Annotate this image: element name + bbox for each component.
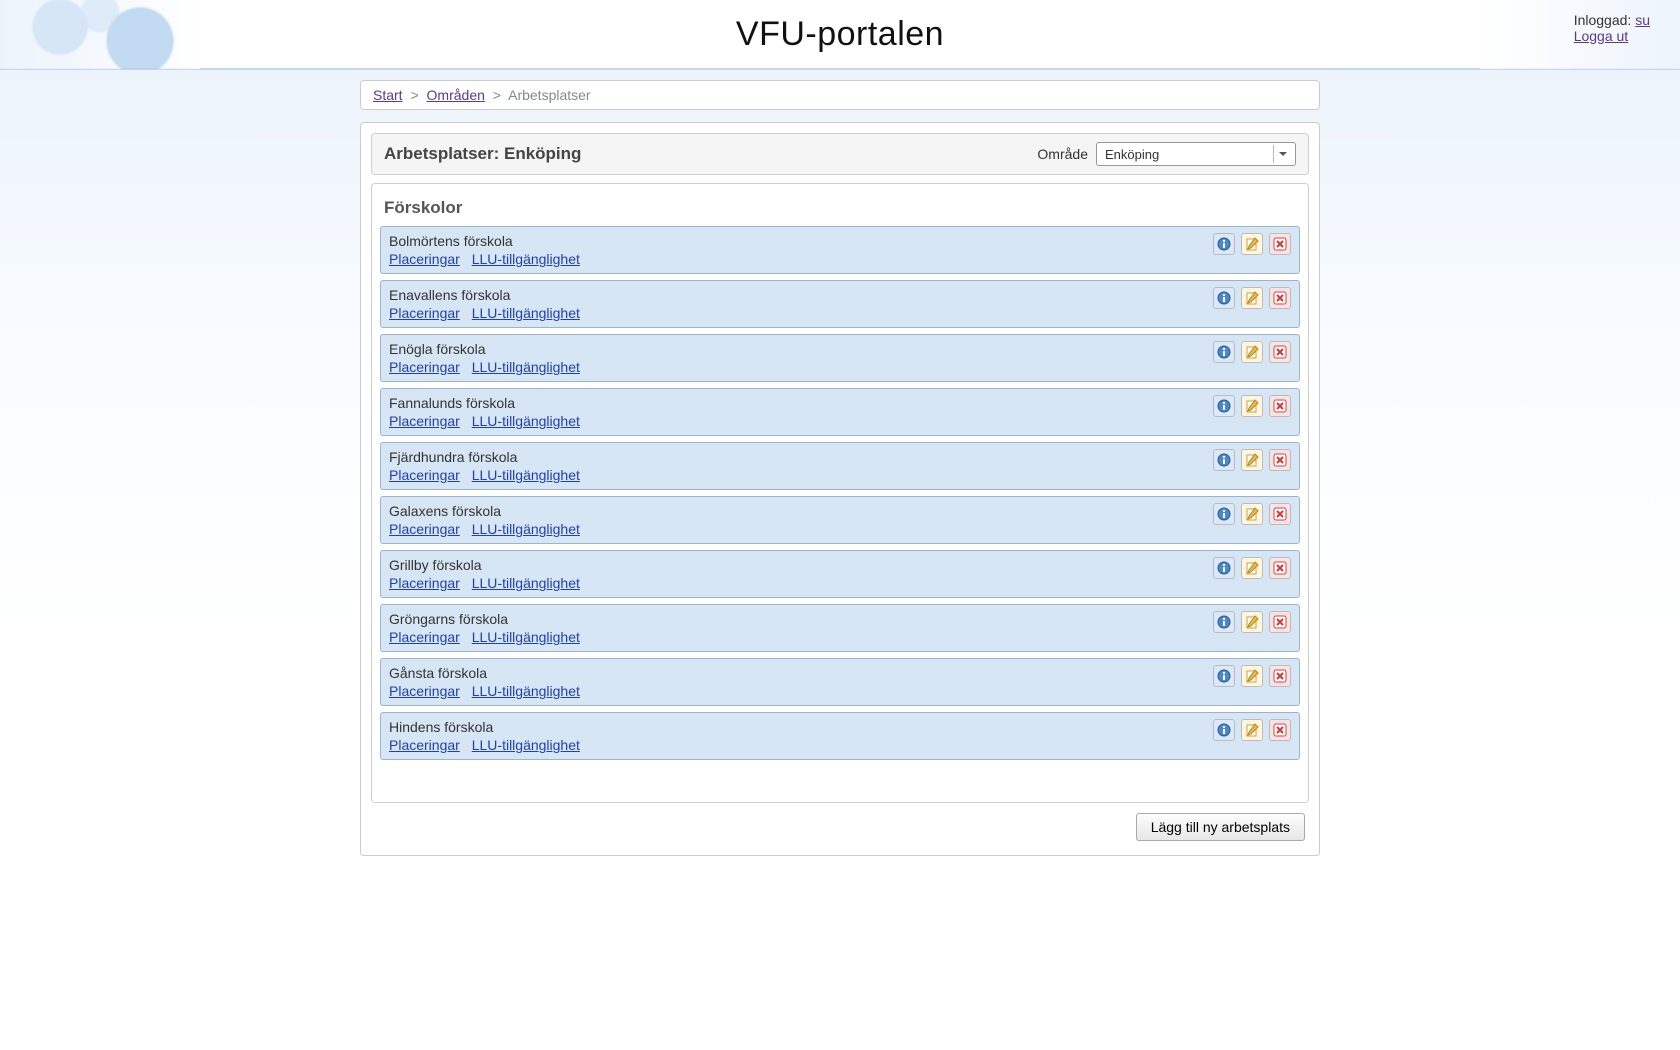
- app-title: VFU-portalen: [200, 15, 1480, 54]
- chevron-down-icon: [1273, 145, 1291, 163]
- delete-icon[interactable]: [1269, 395, 1291, 417]
- breadcrumb: Start > Områden > Arbetsplatser: [360, 80, 1320, 110]
- breadcrumb-current: Arbetsplatser: [508, 87, 590, 103]
- llu-link[interactable]: LLU-tillgänglighet: [472, 521, 580, 537]
- info-icon[interactable]: [1213, 341, 1235, 363]
- placeringar-link[interactable]: Placeringar: [389, 251, 460, 267]
- workplace-name: Fannalunds förskola: [389, 395, 1291, 411]
- llu-link[interactable]: LLU-tillgänglighet: [472, 413, 580, 429]
- edit-icon[interactable]: [1241, 557, 1263, 579]
- section-header: Arbetsplatser: Enköping Område Enköping: [371, 133, 1309, 175]
- info-icon[interactable]: [1213, 665, 1235, 687]
- edit-icon[interactable]: [1241, 503, 1263, 525]
- info-icon[interactable]: [1213, 233, 1235, 255]
- workplace-name: Galaxens förskola: [389, 503, 1291, 519]
- logout-link[interactable]: Logga ut: [1574, 28, 1629, 44]
- breadcrumb-sep: >: [406, 87, 422, 103]
- add-workplace-button[interactable]: Lägg till ny arbetsplats: [1136, 813, 1305, 841]
- llu-link[interactable]: LLU-tillgänglighet: [472, 467, 580, 483]
- placeringar-link[interactable]: Placeringar: [389, 683, 460, 699]
- llu-link[interactable]: LLU-tillgänglighet: [472, 683, 580, 699]
- delete-icon[interactable]: [1269, 611, 1291, 633]
- workplace-list[interactable]: Förskolor Bolmörtens förskola Placeringa…: [371, 183, 1309, 803]
- llu-link[interactable]: LLU-tillgänglighet: [472, 737, 580, 753]
- area-select[interactable]: Enköping: [1096, 142, 1296, 166]
- placeringar-link[interactable]: Placeringar: [389, 629, 460, 645]
- info-icon[interactable]: [1213, 557, 1235, 579]
- category-title: Förskolor: [384, 198, 1300, 218]
- workplace-name: Gånsta förskola: [389, 665, 1291, 681]
- workplace-item: Enavallens förskola Placeringar LLU-till…: [380, 280, 1300, 328]
- placeringar-link[interactable]: Placeringar: [389, 359, 460, 375]
- placeringar-link[interactable]: Placeringar: [389, 521, 460, 537]
- edit-icon[interactable]: [1241, 395, 1263, 417]
- info-icon[interactable]: [1213, 611, 1235, 633]
- workplace-name: Grillby förskola: [389, 557, 1291, 573]
- placeringar-link[interactable]: Placeringar: [389, 467, 460, 483]
- edit-icon[interactable]: [1241, 233, 1263, 255]
- llu-link[interactable]: LLU-tillgänglighet: [472, 575, 580, 591]
- info-icon[interactable]: [1213, 287, 1235, 309]
- logged-in-label: Inloggad:: [1574, 12, 1632, 28]
- llu-link[interactable]: LLU-tillgänglighet: [472, 251, 580, 267]
- user-info: Inloggad: su Logga ut: [1574, 12, 1650, 44]
- info-icon[interactable]: [1213, 719, 1235, 741]
- workplace-item: Galaxens förskola Placeringar LLU-tillgä…: [380, 496, 1300, 544]
- edit-icon[interactable]: [1241, 341, 1263, 363]
- main-panel: Arbetsplatser: Enköping Område Enköping …: [360, 122, 1320, 856]
- delete-icon[interactable]: [1269, 557, 1291, 579]
- placeringar-link[interactable]: Placeringar: [389, 575, 460, 591]
- delete-icon[interactable]: [1269, 341, 1291, 363]
- breadcrumb-start[interactable]: Start: [373, 87, 403, 103]
- header-decoration-left: [0, 0, 200, 69]
- info-icon[interactable]: [1213, 395, 1235, 417]
- workplace-name: Enavallens förskola: [389, 287, 1291, 303]
- workplace-item: Enögla förskola Placeringar LLU-tillgäng…: [380, 334, 1300, 382]
- llu-link[interactable]: LLU-tillgänglighet: [472, 359, 580, 375]
- edit-icon[interactable]: [1241, 449, 1263, 471]
- edit-icon[interactable]: [1241, 287, 1263, 309]
- llu-link[interactable]: LLU-tillgänglighet: [472, 629, 580, 645]
- edit-icon[interactable]: [1241, 719, 1263, 741]
- edit-icon[interactable]: [1241, 611, 1263, 633]
- workplace-name: Gröngarns förskola: [389, 611, 1291, 627]
- delete-icon[interactable]: [1269, 719, 1291, 741]
- workplace-name: Enögla förskola: [389, 341, 1291, 357]
- area-label: Område: [1037, 146, 1088, 162]
- delete-icon[interactable]: [1269, 449, 1291, 471]
- workplace-item: Gånsta förskola Placeringar LLU-tillgäng…: [380, 658, 1300, 706]
- area-selected-value: Enköping: [1105, 147, 1159, 162]
- workplace-name: Hindens förskola: [389, 719, 1291, 735]
- info-icon[interactable]: [1213, 449, 1235, 471]
- workplace-item: Hindens förskola Placeringar LLU-tillgän…: [380, 712, 1300, 760]
- user-link[interactable]: su: [1635, 12, 1650, 28]
- delete-icon[interactable]: [1269, 233, 1291, 255]
- info-icon[interactable]: [1213, 503, 1235, 525]
- workplace-item: Gröngarns förskola Placeringar LLU-tillg…: [380, 604, 1300, 652]
- workplace-item: Fannalunds förskola Placeringar LLU-till…: [380, 388, 1300, 436]
- delete-icon[interactable]: [1269, 665, 1291, 687]
- placeringar-link[interactable]: Placeringar: [389, 305, 460, 321]
- delete-icon[interactable]: [1269, 503, 1291, 525]
- placeringar-link[interactable]: Placeringar: [389, 737, 460, 753]
- placeringar-link[interactable]: Placeringar: [389, 413, 460, 429]
- workplace-name: Bolmörtens förskola: [389, 233, 1291, 249]
- workplace-item: Fjärdhundra förskola Placeringar LLU-til…: [380, 442, 1300, 490]
- footer-bar: Lägg till ny arbetsplats: [371, 803, 1309, 845]
- workplace-item: Grillby förskola Placeringar LLU-tillgän…: [380, 550, 1300, 598]
- delete-icon[interactable]: [1269, 287, 1291, 309]
- section-title: Arbetsplatser: Enköping: [384, 144, 581, 164]
- breadcrumb-sep: >: [489, 87, 505, 103]
- edit-icon[interactable]: [1241, 665, 1263, 687]
- app-header: VFU-portalen Inloggad: su Logga ut: [0, 0, 1680, 70]
- llu-link[interactable]: LLU-tillgänglighet: [472, 305, 580, 321]
- workplace-item: Bolmörtens förskola Placeringar LLU-till…: [380, 226, 1300, 274]
- workplace-name: Fjärdhundra förskola: [389, 449, 1291, 465]
- breadcrumb-areas[interactable]: Områden: [427, 87, 485, 103]
